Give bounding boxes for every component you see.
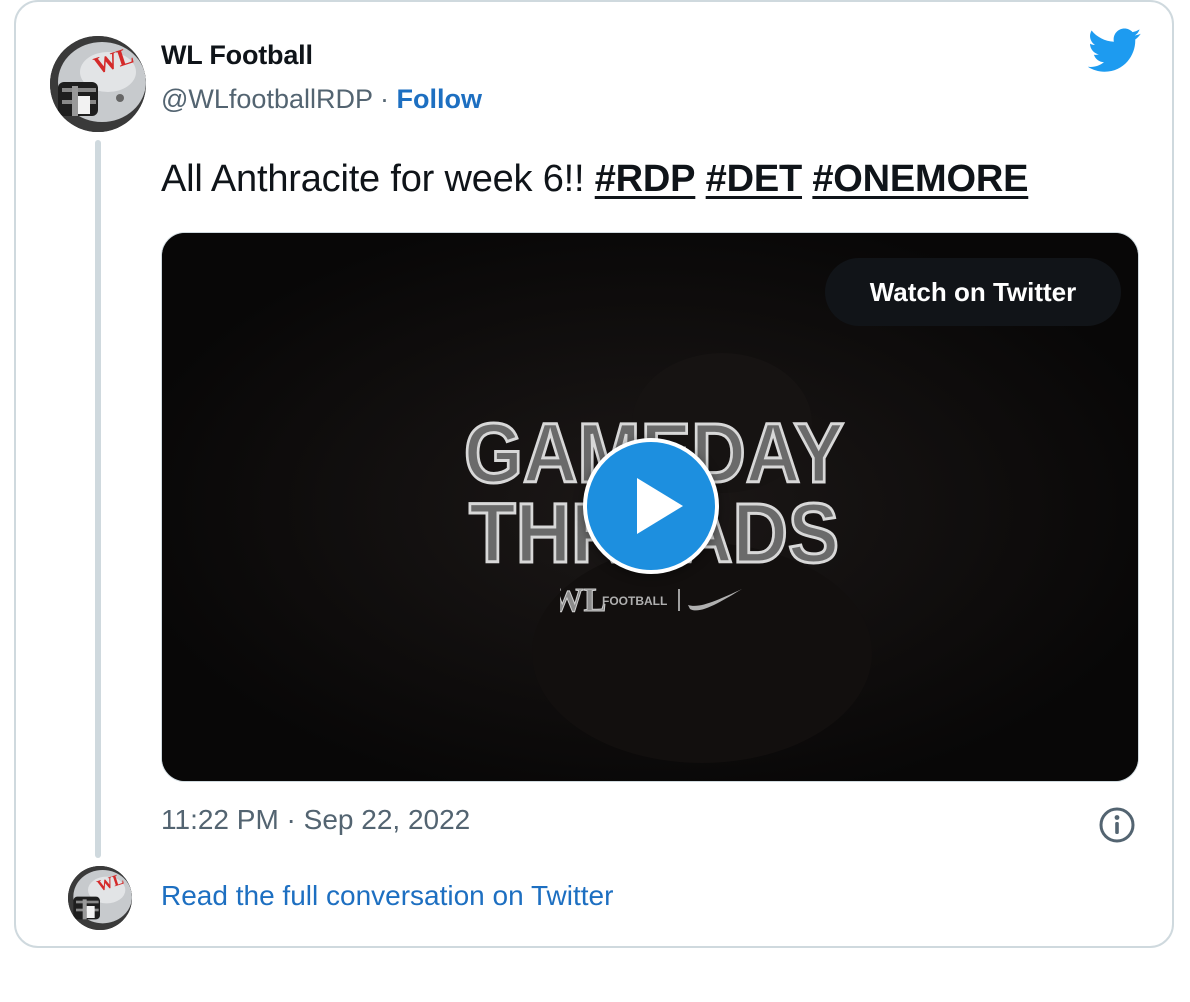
tweet-timestamp[interactable]: 11:22 PM · Sep 22, 2022 [161,804,470,836]
play-icon [637,478,683,534]
author-avatar[interactable]: WL [50,36,146,132]
follow-link[interactable]: Follow [397,84,482,114]
brand-football-text: FOOTBALL [602,594,667,608]
twitter-bird-icon[interactable] [1088,28,1142,74]
helmet-avatar-small-image: WL [68,866,132,930]
hashtag-rdp[interactable]: #RDP [595,158,696,200]
author-handle-row: @WLfootballRDP · Follow [161,84,482,115]
hashtag-det[interactable]: #DET [706,158,803,200]
author-name[interactable]: WL Football [161,40,313,71]
info-icon[interactable] [1098,806,1136,844]
author-handle[interactable]: @WLfootballRDP [161,84,373,114]
tweet-text: All Anthracite for week 6!! #RDP #DET #O… [161,158,1028,201]
swoosh-icon [688,589,742,611]
helmet-avatar-image: WL [50,36,146,132]
tweet-body: All Anthracite for week 6!! [161,158,585,200]
thread-line [95,140,101,858]
watch-on-twitter-button[interactable]: Watch on Twitter [825,258,1121,326]
hashtag-onemore[interactable]: #ONEMORE [812,158,1028,200]
footer-avatar[interactable]: WL [68,866,132,930]
play-button[interactable] [583,438,719,574]
brand-logo-text: WL [560,582,606,619]
brand-logos: WL FOOTBALL [560,582,742,620]
handle-separator: · [372,84,397,114]
read-full-conversation-link[interactable]: Read the full conversation on Twitter [161,880,613,912]
